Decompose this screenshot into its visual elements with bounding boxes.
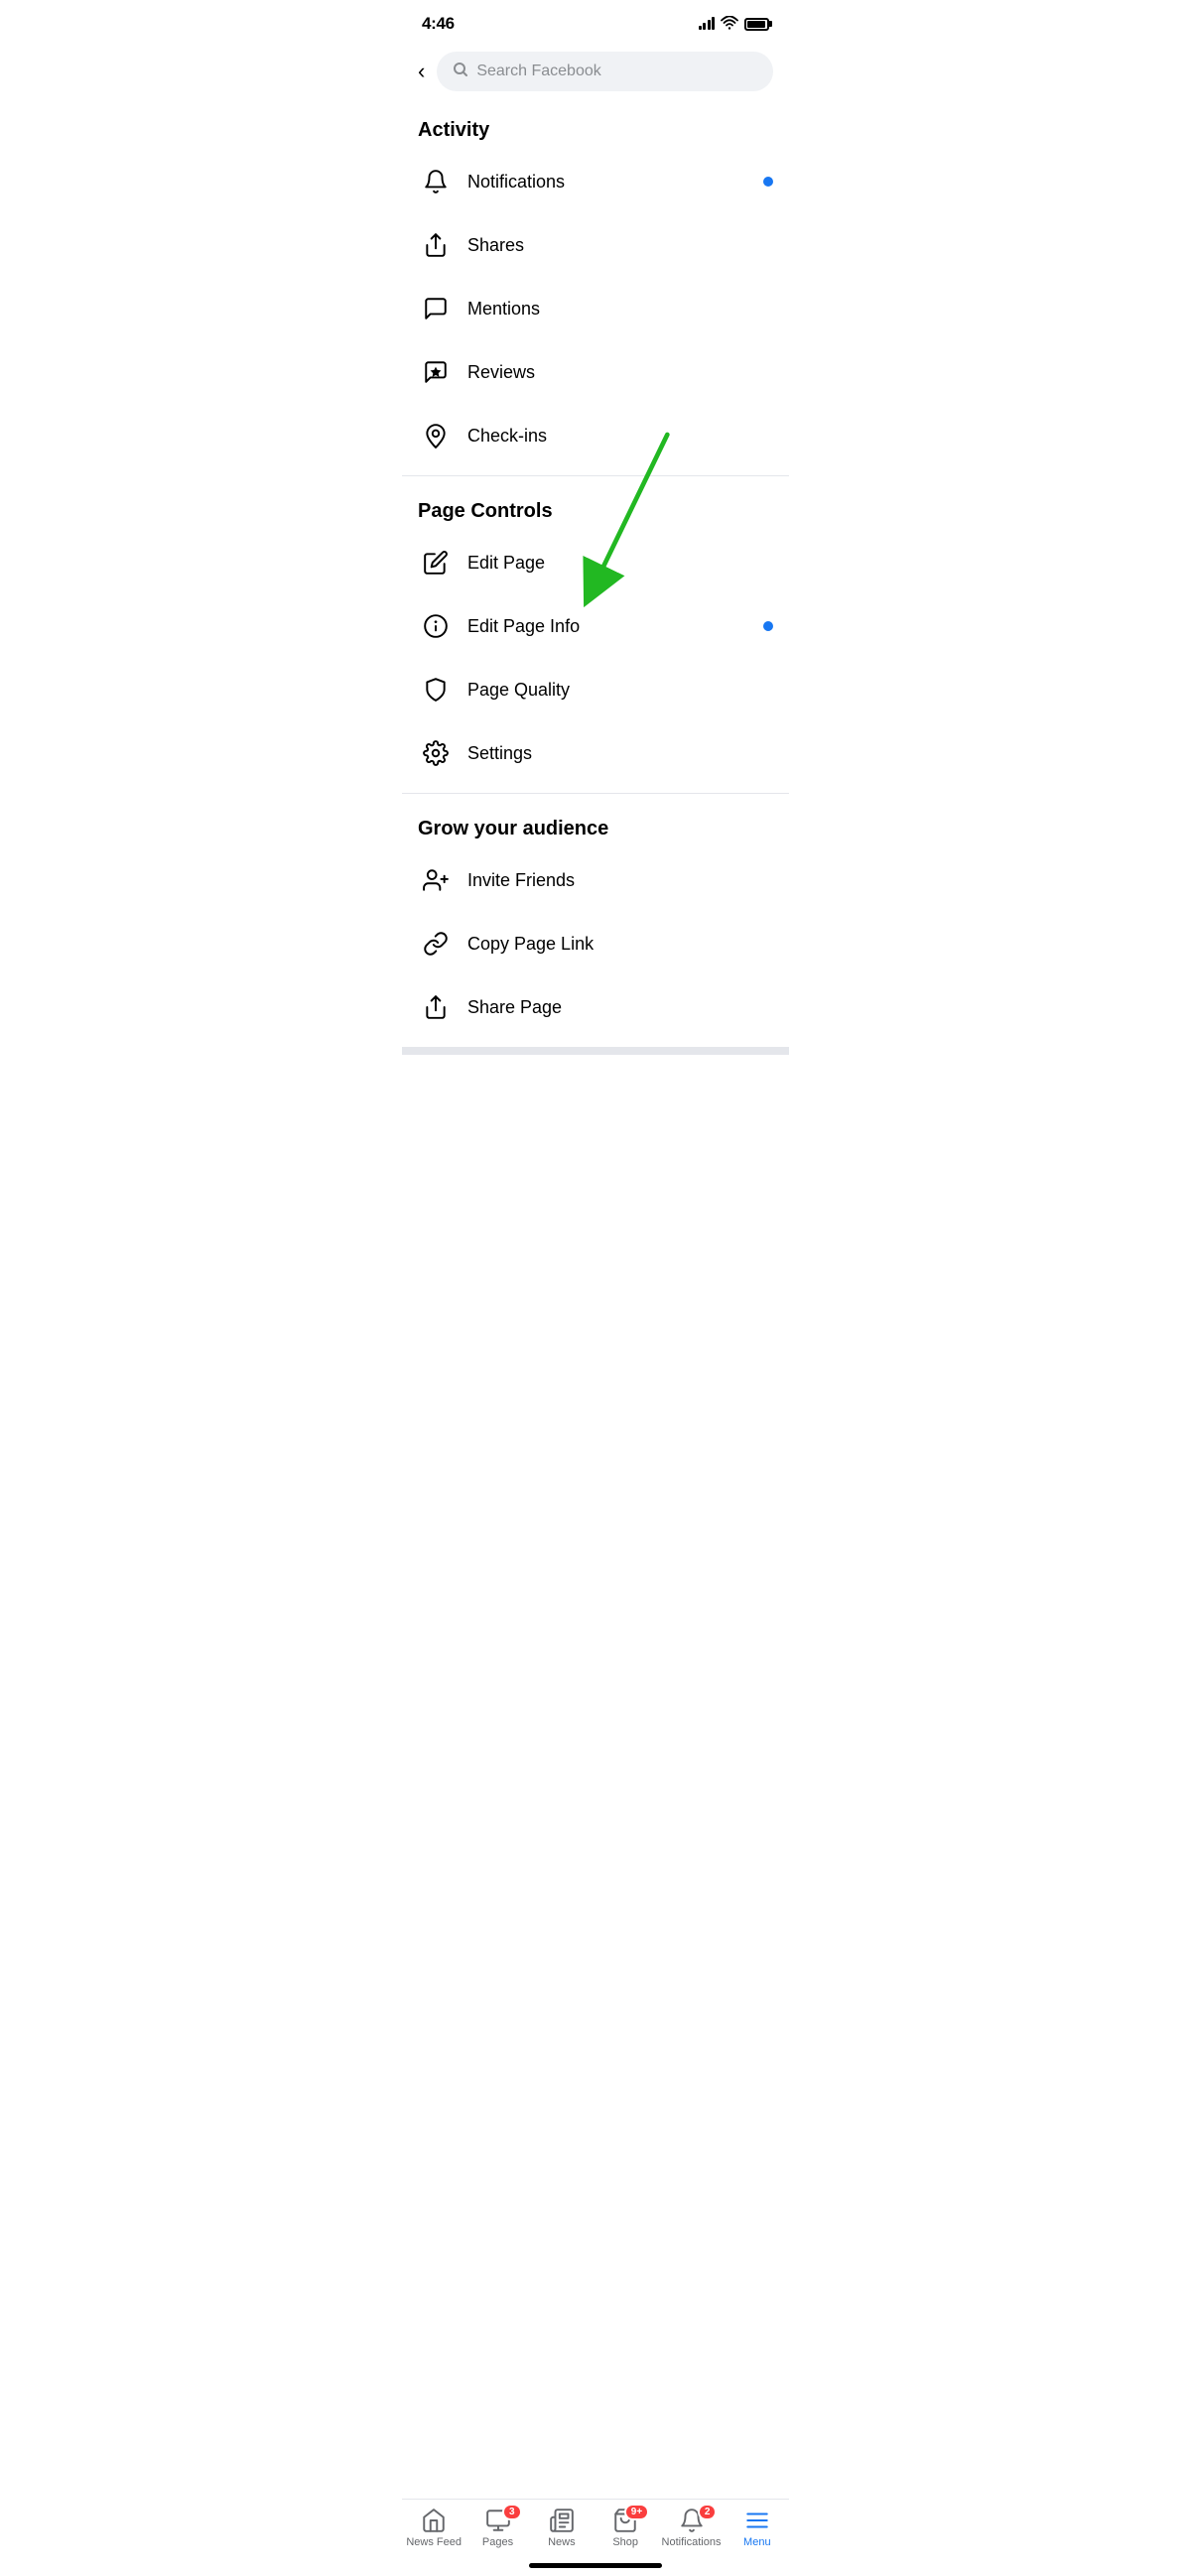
- settings-label: Settings: [467, 743, 773, 764]
- section-page-controls-header: Page Controls: [402, 484, 789, 531]
- search-icon: [453, 62, 468, 81]
- nav-news[interactable]: News: [534, 2508, 590, 2548]
- page-quality-icon: [418, 672, 454, 708]
- nav-news-label: News: [548, 2536, 576, 2548]
- notifications-dot: [763, 177, 773, 187]
- back-button[interactable]: ‹: [418, 59, 425, 84]
- search-placeholder: Search Facebook: [476, 63, 600, 80]
- mentions-label: Mentions: [467, 299, 773, 320]
- reviews-icon: [418, 354, 454, 390]
- menu-item-invite-friends[interactable]: Invite Friends: [402, 848, 789, 912]
- copy-page-link-icon: [418, 926, 454, 962]
- edit-page-info-icon: [418, 608, 454, 644]
- notifications-label: Notifications: [467, 172, 763, 193]
- divider-1: [402, 475, 789, 476]
- wifi-icon: [721, 16, 738, 33]
- mentions-icon: [418, 291, 454, 326]
- menu-item-shares[interactable]: Shares: [402, 213, 789, 277]
- section-grow-header: Grow your audience: [402, 802, 789, 848]
- menu-item-mentions[interactable]: Mentions: [402, 277, 789, 340]
- page-quality-label: Page Quality: [467, 680, 773, 701]
- edit-page-icon: [418, 545, 454, 580]
- settings-icon: [418, 735, 454, 771]
- nav-pages[interactable]: 3 Pages: [470, 2508, 526, 2548]
- shop-badge: 9+: [624, 2504, 649, 2520]
- nav-menu[interactable]: Menu: [729, 2508, 785, 2548]
- invite-friends-icon: [418, 862, 454, 898]
- menu-item-page-quality[interactable]: Page Quality: [402, 658, 789, 721]
- nav-shop[interactable]: 9+ Shop: [597, 2508, 653, 2548]
- section-activity-header: Activity: [402, 103, 789, 150]
- status-time: 4:46: [422, 14, 455, 34]
- edit-page-info-dot: [763, 621, 773, 631]
- nav-notifications[interactable]: 2 Notifications: [662, 2508, 722, 2548]
- shares-label: Shares: [467, 235, 773, 256]
- status-icons: [699, 16, 770, 33]
- menu-item-notifications[interactable]: Notifications: [402, 150, 789, 213]
- menu-item-edit-page-info[interactable]: Edit Page Info: [402, 594, 789, 658]
- nav-notifications-label: Notifications: [662, 2536, 722, 2548]
- nav-menu-label: Menu: [743, 2536, 771, 2548]
- menu-item-settings[interactable]: Settings: [402, 721, 789, 785]
- nav-news-feed-label: News Feed: [406, 2536, 462, 2548]
- share-page-icon: [418, 989, 454, 1025]
- menu-item-copy-page-link[interactable]: Copy Page Link: [402, 912, 789, 975]
- notifications-icon: [418, 164, 454, 199]
- pages-badge: 3: [502, 2504, 522, 2520]
- nav-pages-label: Pages: [482, 2536, 513, 2548]
- menu-item-reviews[interactable]: Reviews: [402, 340, 789, 404]
- checkins-label: Check-ins: [467, 426, 773, 447]
- copy-page-link-label: Copy Page Link: [467, 934, 773, 955]
- search-input[interactable]: Search Facebook: [437, 52, 773, 91]
- status-bar: 4:46: [402, 0, 789, 44]
- gray-bar: [402, 1047, 789, 1055]
- nav-news-feed[interactable]: News Feed: [406, 2508, 462, 2548]
- notifications-nav-badge: 2: [698, 2504, 718, 2520]
- shares-icon: [418, 227, 454, 263]
- nav-shop-label: Shop: [612, 2536, 638, 2548]
- battery-icon: [744, 18, 769, 31]
- home-indicator: [529, 2563, 662, 2568]
- menu-item-share-page[interactable]: Share Page: [402, 975, 789, 1039]
- checkins-icon: [418, 418, 454, 453]
- signal-icon: [699, 18, 716, 30]
- divider-2: [402, 793, 789, 794]
- invite-friends-label: Invite Friends: [467, 870, 773, 891]
- reviews-label: Reviews: [467, 362, 773, 383]
- edit-page-info-label: Edit Page Info: [467, 616, 763, 637]
- share-page-label: Share Page: [467, 997, 773, 1018]
- search-bar: ‹ Search Facebook: [402, 44, 789, 103]
- menu-item-checkins[interactable]: Check-ins: [402, 404, 789, 467]
- content-area: Activity Notifications Shares Mentions R…: [402, 103, 789, 1174]
- menu-item-edit-page[interactable]: Edit Page: [402, 531, 789, 594]
- edit-page-label: Edit Page: [467, 553, 773, 574]
